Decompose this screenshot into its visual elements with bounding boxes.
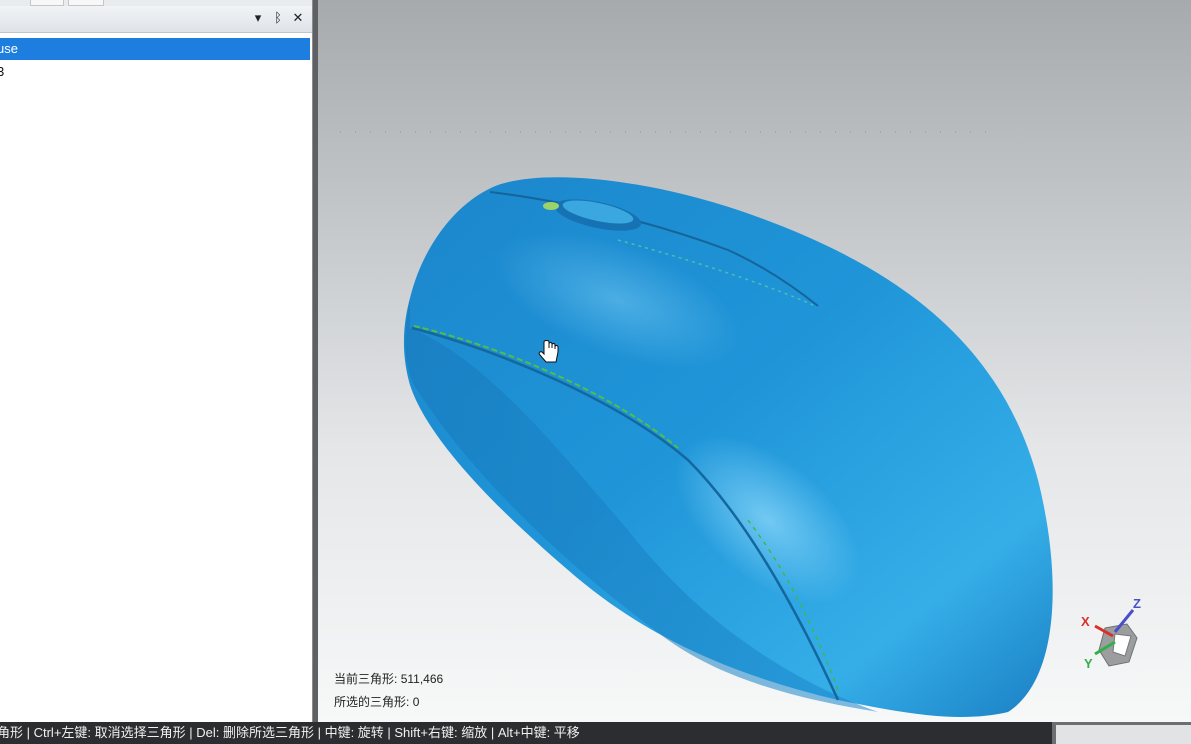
status-hint-box: 角形 | Ctrl+左键: 取消选择三角形 | Del: 删除所选三角形 | 中… — [0, 722, 1052, 744]
panel-header: ▾ ᛒ ✕ — [0, 6, 312, 33]
z-axis-label: Z — [1133, 596, 1141, 611]
tree-item-model[interactable]: use — [0, 38, 310, 60]
selected-triangles-label: 所选的三角形: — [334, 695, 410, 709]
status-hint-text: 角形 | Ctrl+左键: 取消选择三角形 | Del: 删除所选三角形 | 中… — [0, 725, 580, 740]
tree-item[interactable]: 3 — [0, 61, 310, 83]
mouse-mesh-model[interactable] — [318, 0, 1191, 722]
orientation-gizmo[interactable]: Z X Y — [1075, 590, 1155, 680]
status-right-field — [1056, 725, 1191, 744]
chevron-down-icon[interactable]: ▾ — [250, 10, 266, 28]
selected-triangles-value: 0 — [412, 695, 420, 709]
3d-viewport[interactable]: 当前三角形: 511,466 所选的三角形: 0 Z X Y — [318, 0, 1191, 722]
current-triangles-label: 当前三角形: — [334, 672, 398, 686]
model-tree-panel: ▾ ᛒ ✕ use 3 — [0, 0, 313, 722]
close-icon[interactable]: ✕ — [290, 10, 306, 28]
current-triangles-readout: 当前三角形: 511,466 — [334, 670, 443, 687]
selected-triangles-readout: 所选的三角形: 0 — [334, 693, 419, 710]
x-axis-label: X — [1081, 614, 1090, 629]
current-triangles-value: 511,466 — [400, 672, 444, 686]
pin-icon[interactable]: ᛒ — [270, 10, 286, 28]
tree-item-label: use — [0, 41, 18, 56]
tree-item-label: 3 — [0, 64, 5, 79]
y-axis-label: Y — [1084, 656, 1093, 671]
status-bar: 角形 | Ctrl+左键: 取消选择三角形 | Del: 删除所选三角形 | 中… — [0, 722, 1191, 744]
